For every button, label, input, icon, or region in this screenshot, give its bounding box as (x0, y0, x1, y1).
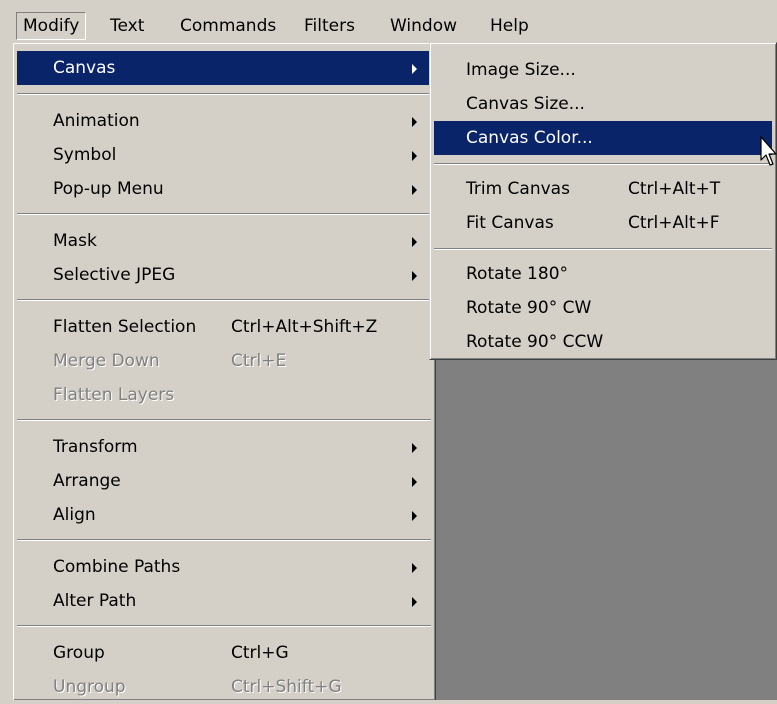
menu-commands[interactable]: Commands (174, 12, 282, 40)
submenu-arrow-icon (412, 64, 417, 74)
menu-item-canvas-color[interactable]: Canvas Color... (434, 121, 772, 155)
menu-item-animation[interactable]: Animation (17, 104, 431, 138)
menu-item-label: Canvas Size... (466, 94, 585, 114)
menu-window[interactable]: Window (384, 12, 463, 40)
menu-item-label: Rotate 90° CCW (466, 332, 604, 352)
menu-item-label: Trim Canvas (466, 179, 570, 199)
menu-item-label: Ungroup (53, 677, 126, 697)
menu-item-trim-canvas[interactable]: Trim Canvas Ctrl+Alt+T (434, 172, 772, 206)
menu-item-mask[interactable]: Mask (17, 224, 431, 258)
menu-item-popup-menu[interactable]: Pop-up Menu (17, 172, 431, 206)
menu-text[interactable]: Text (104, 12, 150, 40)
submenu-arrow-icon (412, 443, 417, 453)
shortcut-label: Ctrl+Shift+G (231, 677, 342, 697)
shortcut-label: Ctrl+E (231, 351, 287, 371)
menu-item-rotate-90-cw[interactable]: Rotate 90° CW (434, 291, 772, 325)
submenu-arrow-icon (412, 151, 417, 161)
menu-separator (17, 625, 431, 627)
menu-item-label: Canvas (53, 58, 116, 78)
menu-item-flatten-selection[interactable]: Flatten Selection Ctrl+Alt+Shift+Z (17, 310, 431, 344)
menu-item-label: Alter Path (53, 591, 137, 611)
menu-item-label: Pop-up Menu (53, 179, 164, 199)
menu-item-label: Image Size... (466, 60, 576, 80)
menu-item-canvas[interactable]: Canvas (17, 51, 431, 85)
menu-item-canvas-size[interactable]: Canvas Size... (434, 87, 772, 121)
shortcut-label: Ctrl+Alt+T (628, 179, 721, 199)
menu-item-label: Flatten Layers (53, 385, 175, 405)
menu-item-label: Fit Canvas (466, 213, 554, 233)
menu-item-label: Selective JPEG (53, 265, 176, 285)
menu-item-label: Mask (53, 231, 97, 251)
menu-item-rotate-90-ccw[interactable]: Rotate 90° CCW (434, 325, 772, 359)
modify-menu: Canvas Animation Symbol Pop-up Menu Mask… (12, 42, 436, 700)
menu-separator (17, 299, 431, 301)
submenu-arrow-icon (412, 511, 417, 521)
menu-item-label: Animation (53, 111, 140, 131)
menu-item-label: Arrange (53, 471, 121, 491)
menu-item-combine-paths[interactable]: Combine Paths (17, 550, 431, 584)
menu-item-arrange[interactable]: Arrange (17, 464, 431, 498)
submenu-arrow-icon (412, 597, 417, 607)
submenu-arrow-icon (412, 477, 417, 487)
menu-separator (17, 213, 431, 215)
menu-item-rotate-180[interactable]: Rotate 180° (434, 257, 772, 291)
submenu-arrow-icon (412, 117, 417, 127)
menu-item-label: Merge Down (53, 351, 160, 371)
menu-separator (17, 539, 431, 541)
menu-item-fit-canvas[interactable]: Fit Canvas Ctrl+Alt+F (434, 206, 772, 240)
menu-item-label: Rotate 180° (466, 264, 569, 284)
submenu-arrow-icon (412, 271, 417, 281)
menu-item-image-size[interactable]: Image Size... (434, 53, 772, 87)
menu-item-label: Group (53, 643, 105, 663)
shortcut-label: Ctrl+G (231, 643, 289, 663)
menu-item-ungroup: Ungroup Ctrl+Shift+G (17, 670, 431, 704)
menu-item-label: Flatten Selection (53, 317, 197, 337)
menu-item-selective-jpeg[interactable]: Selective JPEG (17, 258, 431, 292)
menu-modify[interactable]: Modify (16, 12, 87, 40)
menu-item-group[interactable]: Group Ctrl+G (17, 636, 431, 670)
menu-item-label: Align (53, 505, 96, 525)
menu-item-label: Symbol (53, 145, 117, 165)
shortcut-label: Ctrl+Alt+F (628, 213, 720, 233)
menu-item-transform[interactable]: Transform (17, 430, 431, 464)
menu-item-alter-path[interactable]: Alter Path (17, 584, 431, 618)
submenu-arrow-icon (412, 563, 417, 573)
document-canvas-area (424, 360, 777, 700)
menu-separator (17, 419, 431, 421)
menu-help[interactable]: Help (484, 12, 535, 40)
menu-item-label: Canvas Color... (466, 128, 593, 148)
menu-separator (434, 163, 772, 165)
menu-item-label: Transform (53, 437, 138, 457)
submenu-arrow-icon (412, 185, 417, 195)
menu-filters[interactable]: Filters (298, 12, 361, 40)
menu-item-symbol[interactable]: Symbol (17, 138, 431, 172)
menu-item-label: Combine Paths (53, 557, 181, 577)
submenu-arrow-icon (412, 237, 417, 247)
canvas-submenu: Image Size... Canvas Size... Canvas Colo… (429, 42, 777, 360)
menu-item-label: Rotate 90° CW (466, 298, 592, 318)
shortcut-label: Ctrl+Alt+Shift+Z (231, 317, 378, 337)
menu-item-merge-down: Merge Down Ctrl+E (17, 344, 431, 378)
arrow-pointer-icon (760, 136, 777, 166)
menu-bar: Modify Text Commands Filters Window Help (0, 0, 777, 44)
menu-item-flatten-layers: Flatten Layers (17, 378, 431, 412)
menu-separator (17, 93, 431, 95)
menu-separator (434, 248, 772, 250)
menu-item-align[interactable]: Align (17, 498, 431, 532)
